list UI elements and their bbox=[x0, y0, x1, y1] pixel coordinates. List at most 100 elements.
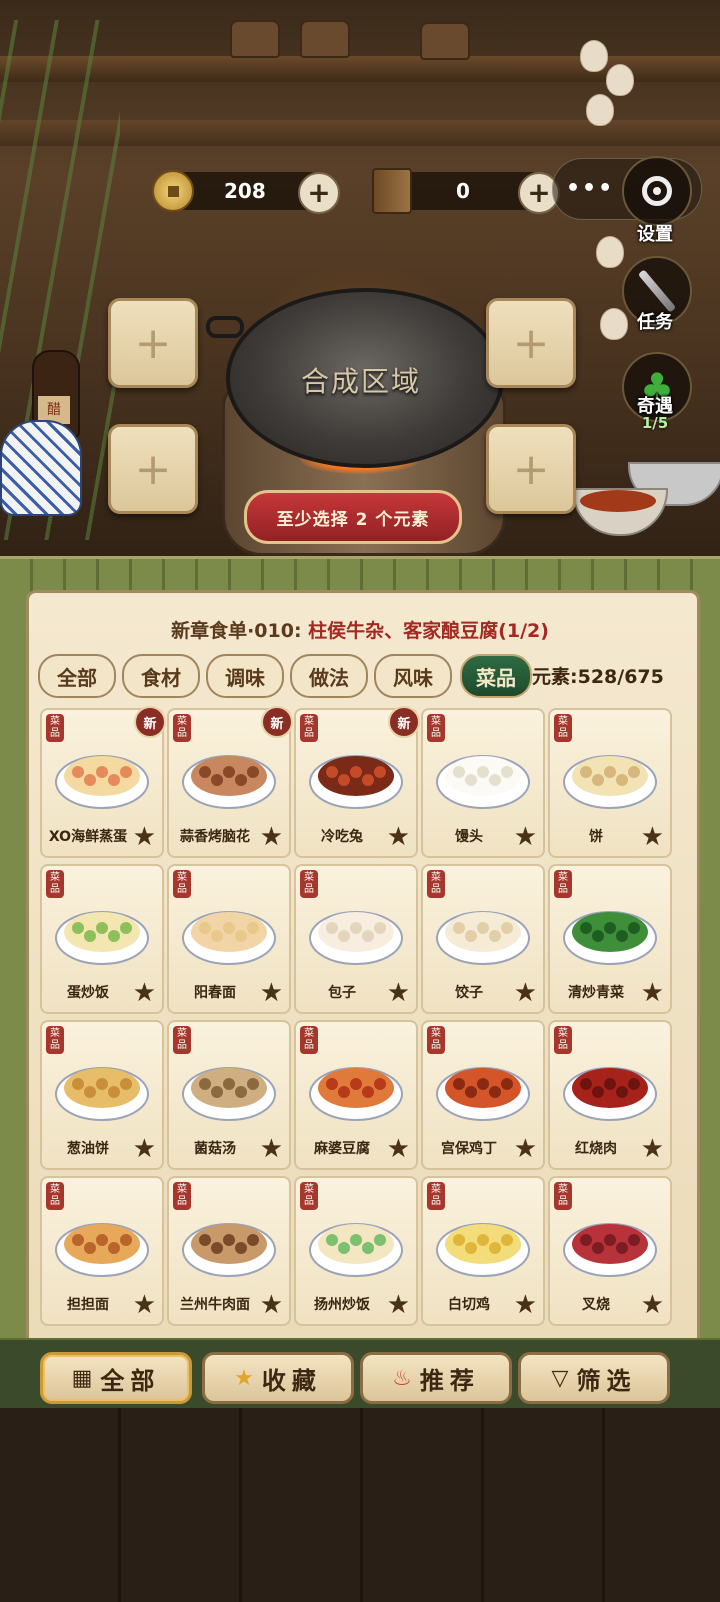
favorite-star-icon[interactable]: ★ bbox=[514, 1136, 537, 1162]
tab-seasoning[interactable]: 调味 bbox=[206, 654, 284, 698]
dish-card[interactable]: 菜品 馒头 ★ bbox=[421, 708, 545, 858]
dish-image bbox=[563, 911, 657, 965]
ingredient-slot-2[interactable]: + bbox=[486, 298, 576, 388]
coin-value: 208 bbox=[224, 179, 266, 203]
favorite-star-icon[interactable]: ★ bbox=[387, 1136, 410, 1162]
favorite-star-icon[interactable]: ★ bbox=[133, 980, 156, 1006]
dish-name: 扬州炒饭 bbox=[314, 1297, 370, 1313]
chapter-order: 新章食单·010: 柱侯牛杂、客家酿豆腐(1/2) bbox=[26, 616, 694, 643]
dish-card[interactable]: 菜品 阳春面 ★ bbox=[167, 864, 291, 1014]
tab-dishes[interactable]: 菜品 bbox=[460, 654, 532, 698]
settings-label: 设置 bbox=[637, 224, 673, 245]
garlic bbox=[586, 94, 614, 126]
dish-name: 葱油饼 bbox=[67, 1141, 109, 1157]
shelf-jar bbox=[300, 20, 350, 58]
floor bbox=[0, 1408, 720, 1602]
dish-card[interactable]: 菜品 麻婆豆腐 ★ bbox=[294, 1020, 418, 1170]
dish-image bbox=[182, 1067, 276, 1121]
favorites-button[interactable]: ★ 收藏 bbox=[202, 1352, 354, 1404]
dish-card[interactable]: 菜品新 XO海鲜蒸蛋 ★ bbox=[40, 706, 166, 858]
dish-card[interactable]: 菜品 葱油饼 ★ bbox=[40, 1020, 164, 1170]
dish-card[interactable]: 菜品 兰州牛肉面 ★ bbox=[167, 1176, 291, 1326]
dish-card[interactable]: 菜品 扬州炒饭 ★ bbox=[294, 1176, 418, 1326]
dish-card[interactable]: 菜品新蒜香烤脑花 ★ bbox=[167, 706, 293, 858]
dish-card[interactable]: 菜品 菌菇汤 ★ bbox=[167, 1020, 291, 1170]
favorite-star-icon[interactable]: ★ bbox=[260, 1292, 283, 1318]
dish-name: 蒜香烤脑花 bbox=[180, 829, 250, 845]
flame-icon: ♨ bbox=[392, 1365, 412, 1391]
dish-image bbox=[55, 755, 149, 809]
dish-card[interactable]: 菜品 担担面 ★ bbox=[40, 1176, 164, 1326]
chili-powder bbox=[580, 490, 656, 512]
favorite-star-icon[interactable]: ★ bbox=[641, 1136, 664, 1162]
dish-image bbox=[309, 1223, 403, 1277]
favorite-star-icon[interactable]: ★ bbox=[514, 824, 537, 850]
tab-ingredients[interactable]: 食材 bbox=[122, 654, 200, 698]
ingredient-slot-3[interactable]: + bbox=[108, 424, 198, 514]
shelf-jar bbox=[420, 22, 470, 60]
recommend-button-label: 推荐 bbox=[419, 1366, 480, 1395]
tab-all[interactable]: 全部 bbox=[38, 654, 116, 698]
plus-icon: + bbox=[134, 317, 172, 369]
synthesis-hint-button[interactable]: 至少选择 2 个元素 bbox=[244, 490, 462, 544]
dish-name: 饺子 bbox=[455, 985, 483, 1001]
filter-button[interactable]: ▽ 筛选 bbox=[518, 1352, 670, 1404]
dish-card[interactable]: 菜品 饺子 ★ bbox=[421, 864, 545, 1014]
dish-card[interactable]: 菜品 蛋炒饭 ★ bbox=[40, 864, 164, 1014]
tab-method[interactable]: 做法 bbox=[290, 654, 368, 698]
dish-image bbox=[436, 911, 530, 965]
dish-name: 红烧肉 bbox=[575, 1141, 617, 1157]
more-icon[interactable]: ••• bbox=[566, 176, 614, 201]
grid-icon: ▦ bbox=[71, 1365, 93, 1391]
garlic bbox=[606, 64, 634, 96]
dish-card[interactable]: 菜品 白切鸡 ★ bbox=[421, 1176, 545, 1326]
favorite-star-icon[interactable]: ★ bbox=[133, 824, 156, 850]
dish-image bbox=[55, 911, 149, 965]
dish-card[interactable]: 菜品饼 ★ bbox=[548, 708, 672, 858]
ingredient-slot-4[interactable]: + bbox=[486, 424, 576, 514]
favorite-star-icon[interactable]: ★ bbox=[260, 824, 283, 850]
dish-card[interactable]: 菜品 宫保鸡丁 ★ bbox=[421, 1020, 545, 1170]
dish-image bbox=[309, 911, 403, 965]
ingredient-slot-1[interactable]: + bbox=[108, 298, 198, 388]
dish-image bbox=[182, 1223, 276, 1277]
favorite-star-icon[interactable]: ★ bbox=[641, 980, 664, 1006]
favorites-button-label: 收藏 bbox=[261, 1366, 322, 1395]
favorite-star-icon[interactable]: ★ bbox=[514, 980, 537, 1006]
dish-name: 冷吃兔 bbox=[321, 829, 363, 845]
dish-image bbox=[563, 1067, 657, 1121]
dish-card[interactable]: 菜品新冷吃兔 ★ bbox=[294, 706, 420, 858]
favorite-star-icon[interactable]: ★ bbox=[387, 824, 410, 850]
dish-image bbox=[182, 755, 276, 809]
favorite-star-icon[interactable]: ★ bbox=[641, 1292, 664, 1318]
dish-name: 兰州牛肉面 bbox=[180, 1297, 250, 1313]
favorite-star-icon[interactable]: ★ bbox=[260, 980, 283, 1006]
plus-icon: + bbox=[512, 317, 550, 369]
favorite-star-icon[interactable]: ★ bbox=[387, 1292, 410, 1318]
favorite-star-icon[interactable]: ★ bbox=[260, 1136, 283, 1162]
plus-icon: + bbox=[512, 443, 550, 495]
favorite-star-icon[interactable]: ★ bbox=[387, 980, 410, 1006]
dish-name: 担担面 bbox=[67, 1297, 109, 1313]
tab-flavor[interactable]: 风味 bbox=[374, 654, 452, 698]
dish-card[interactable]: 菜品 包子 ★ bbox=[294, 864, 418, 1014]
dish-image bbox=[55, 1223, 149, 1277]
favorite-star-icon[interactable]: ★ bbox=[133, 1136, 156, 1162]
wok-handle bbox=[206, 316, 244, 338]
fortune-count: 1/5 bbox=[641, 414, 669, 432]
favorite-star-icon[interactable]: ★ bbox=[641, 824, 664, 850]
dish-name: 白切鸡 bbox=[448, 1297, 490, 1313]
add-coins-button[interactable]: + bbox=[298, 172, 340, 214]
dish-card[interactable]: 菜品 红烧肉 ★ bbox=[548, 1020, 672, 1170]
dish-card[interactable]: 菜品 清炒青菜 ★ bbox=[548, 864, 672, 1014]
dish-image bbox=[563, 755, 657, 809]
favorite-star-icon[interactable]: ★ bbox=[133, 1292, 156, 1318]
plus-icon: + bbox=[134, 443, 172, 495]
dish-image bbox=[182, 911, 276, 965]
porcelain-jar bbox=[0, 420, 82, 516]
dish-card[interactable]: 菜品 叉烧 ★ bbox=[548, 1176, 672, 1326]
all-button[interactable]: ▦ 全部 bbox=[40, 1352, 192, 1404]
settings-button[interactable] bbox=[622, 156, 692, 226]
recommend-button[interactable]: ♨ 推荐 bbox=[360, 1352, 512, 1404]
favorite-star-icon[interactable]: ★ bbox=[514, 1292, 537, 1318]
